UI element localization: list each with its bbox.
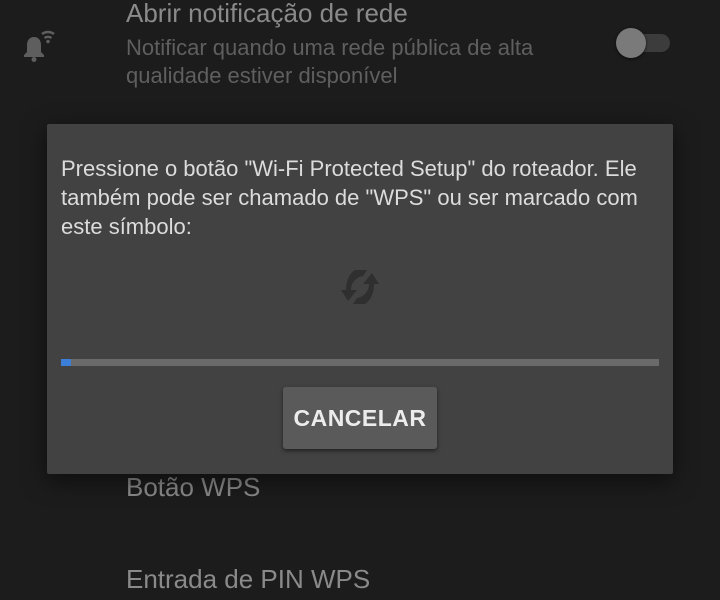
wps-dialog: Pressione o botão "Wi-Fi Protected Setup… — [47, 124, 673, 474]
setting-title: Abrir notificação de rede — [126, 0, 408, 28]
setting-title: Botão WPS — [126, 472, 261, 502]
setting-wps-pin[interactable]: Entrada de PIN WPS — [0, 555, 720, 600]
cancel-button[interactable]: CANCELAR — [283, 387, 437, 449]
open-network-notification-toggle[interactable] — [616, 28, 672, 58]
wifi-bell-icon — [20, 24, 64, 64]
setting-title: Entrada de PIN WPS — [126, 564, 371, 594]
dialog-message: Pressione o botão "Wi-Fi Protected Setup… — [61, 156, 638, 239]
setting-open-network-notification[interactable]: Abrir notificação de rede Notificar quan… — [0, 0, 720, 100]
setting-summary: Notificar quando uma rede pública de alt… — [126, 35, 534, 88]
wps-progress-bar — [61, 359, 659, 366]
wps-progress-fill — [61, 359, 72, 366]
toggle-thumb — [616, 28, 646, 58]
wifi-preferences-screen: Abrir notificação de rede Notificar quan… — [0, 0, 720, 600]
wps-symbol-icon — [337, 264, 383, 310]
